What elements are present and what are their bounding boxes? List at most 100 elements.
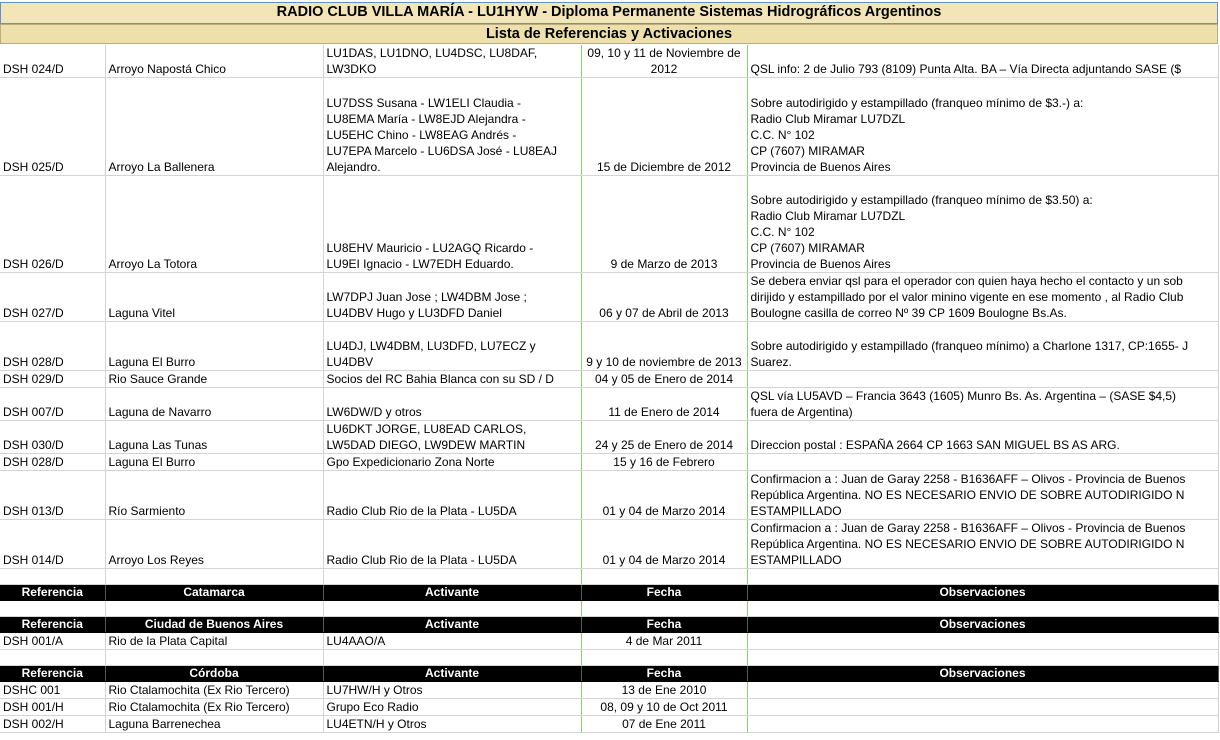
- activante-cell: Radio Club Rio de la Plata - LU5DA: [323, 470, 582, 520]
- empty-cell: [323, 568, 582, 585]
- observaciones-cell: [747, 698, 1219, 716]
- cell-line: Sobre autodirigido y estampillado (franq…: [750, 339, 1189, 353]
- activante-cell: LU8EHV Mauricio - LU2AGQ Ricardo - LU9EI …: [323, 175, 582, 273]
- column-header: Córdoba: [105, 665, 324, 682]
- ref-cell: DSH 030/D: [0, 420, 106, 454]
- cell-line: LU4DBV: [326, 355, 374, 369]
- nombre-cell: Laguna Vitel: [105, 272, 324, 322]
- observaciones-cell: QSL vía LU5AVD – Francia 3643 (1605) Mun…: [747, 387, 1219, 421]
- activante-cell: LU1DAS, LU1DNO, LU4DSC, LU8DAF, LW3DKO: [323, 45, 582, 78]
- nombre-cell: Laguna de Navarro: [105, 387, 324, 421]
- column-header: Activante: [323, 616, 582, 633]
- cell-line: LU7EPA Marcelo - LU6DSA José - LU8EAJ: [326, 144, 558, 158]
- observaciones-cell: [747, 632, 1219, 650]
- nombre-cell: Laguna Barrenechea: [105, 715, 324, 733]
- observaciones-cell: Direccion postal : ESPAÑA 2664 CP 1663 S…: [747, 420, 1219, 454]
- section-header-row: Referencia Córdoba Activante Fecha Observaci…: [0, 665, 1219, 682]
- cell-line: C.C. N° 102: [750, 128, 815, 142]
- fecha-cell: 11 de Enero de 2014: [581, 387, 748, 421]
- empty-cell: [747, 568, 1219, 585]
- observaciones-cell: [747, 715, 1219, 733]
- cell-line: Alejandro.: [326, 160, 381, 174]
- observaciones-cell: QSL info: 2 de Julio 793 (8109) Punta Al…: [747, 45, 1219, 78]
- ref-cell: DSH 001/A: [0, 632, 106, 650]
- cell-line: Provincia de Buenos Aires: [750, 257, 891, 271]
- nombre-cell: Arroyo La Totora: [105, 175, 324, 273]
- fecha-cell: 09, 10 y 11 de Noviembre de 2012: [581, 45, 748, 78]
- blank-row: [0, 600, 1219, 617]
- column-header: Fecha: [581, 665, 748, 682]
- cell-line: Se debera enviar qsl para el operador co…: [750, 274, 1183, 288]
- cell-line: LU8EMA María - LW8EJD Alejandra -: [326, 112, 526, 126]
- nombre-cell: Laguna El Burro: [105, 321, 324, 371]
- ref-cell: DSH 013/D: [0, 470, 106, 520]
- empty-cell: [0, 600, 106, 617]
- empty-cell: [0, 568, 106, 585]
- cell-line: LU9EI Ignacio - LW7EDH Eduardo.: [326, 257, 514, 271]
- empty-cell: [747, 649, 1219, 666]
- fecha-cell: 01 y 04 de Marzo 2014: [581, 470, 748, 520]
- table-row: DSH 001/A Rio de la Plata Capital LU4AAO/A…: [0, 632, 1219, 650]
- cell-line: LU8EHV Mauricio - LU2AGQ Ricardo -: [326, 241, 534, 255]
- ref-cell: DSH 014/D: [0, 519, 106, 569]
- column-header: Ciudad de Buenos Aires: [105, 616, 324, 633]
- column-header: Observaciones: [747, 616, 1219, 633]
- activante-cell: Socios del RC Bahia Blanca con su SD / D: [323, 370, 582, 388]
- blank-row: [0, 649, 1219, 666]
- empty-cell: [105, 649, 324, 666]
- activante-cell: LW7DPJ Juan Jose ; LW4DBM Jose ; LU4DBV H…: [323, 272, 582, 322]
- cell-line: Confirmacion a : Juan de Garay 2258 - B1…: [750, 472, 1186, 486]
- column-header: Referencia: [0, 616, 106, 633]
- observaciones-cell: Sobre autodirigido y estampillado (franq…: [747, 321, 1219, 371]
- empty-cell: [581, 600, 748, 617]
- fecha-cell: 4 de Mar 2011: [581, 632, 748, 650]
- activante-cell: LU4ETN/H y Otros: [323, 715, 582, 733]
- cell-line: LW7DPJ Juan Jose ; LW4DBM Jose ;: [326, 290, 527, 304]
- cell-line: CP (7607) MIRAMAR: [750, 241, 865, 255]
- nombre-cell: Arroyo Napostá Chico: [105, 45, 324, 78]
- table-row: DSH 014/D Arroyo Los Reyes Radio Club Rio …: [0, 519, 1219, 569]
- cell-line: Boulogne casilla de correo Nº 39 CP 1609…: [750, 306, 1067, 320]
- ref-cell: DSH 028/D: [0, 321, 106, 371]
- ref-cell: DSH 001/H: [0, 698, 106, 716]
- column-header: Referencia: [0, 584, 106, 601]
- activante-cell: LW6DW/D y otros: [323, 387, 582, 421]
- cell-line: Direccion postal : ESPAÑA 2664 CP 1663 S…: [750, 438, 1120, 452]
- fecha-cell: 24 y 25 de Enero de 2014: [581, 420, 748, 454]
- column-header: Activante: [323, 584, 582, 601]
- ref-cell: DSH 029/D: [0, 370, 106, 388]
- fecha-cell: 9 y 10 de noviembre de 2013: [581, 321, 748, 371]
- empty-cell: [581, 568, 748, 585]
- observaciones-cell: Se debera enviar qsl para el operador co…: [747, 272, 1219, 322]
- table-row: DSH 028/D Laguna El Burro LU4DJ, LW4DBM, L…: [0, 321, 1219, 371]
- nombre-cell: Laguna El Burro: [105, 453, 324, 471]
- observaciones-cell: Confirmacion a : Juan de Garay 2258 - B1…: [747, 470, 1219, 520]
- column-header: Catamarca: [105, 584, 324, 601]
- nombre-cell: Rio Sauce Grande: [105, 370, 324, 388]
- cell-line: Gpo Expedicionario Zona Norte: [326, 455, 495, 469]
- activante-cell: LU7DSS Susana - LW1ELI Claudia - LU8EMA M…: [323, 77, 582, 176]
- observaciones-cell: Confirmacion a : Juan de Garay 2258 - B1…: [747, 519, 1219, 569]
- cell-line: LU1DAS, LU1DNO, LU4DSC, LU8DAF,: [326, 46, 538, 60]
- column-header: Fecha: [581, 616, 748, 633]
- table-row: DSHC 001 Rio Ctalamochita (Ex Rio Tercero…: [0, 681, 1219, 699]
- empty-cell: [105, 568, 324, 585]
- table-row: DSH 013/D Río Sarmiento Radio Club Rio de …: [0, 470, 1219, 520]
- cell-line: República Argentina. NO ES NECESARIO ENV…: [750, 537, 1185, 551]
- activante-cell: Grupo Eco Radio: [323, 698, 582, 716]
- cell-line: LW3DKO: [326, 62, 377, 76]
- cell-line: CP (7607) MIRAMAR: [750, 144, 865, 158]
- nombre-cell: Rio de la Plata Capital: [105, 632, 324, 650]
- ref-cell: DSH 002/H: [0, 715, 106, 733]
- activante-cell: Radio Club Rio de la Plata - LU5DA: [323, 519, 582, 569]
- cell-line: QSL vía LU5AVD – Francia 3643 (1605) Mun…: [750, 389, 1177, 403]
- ref-cell: DSH 026/D: [0, 175, 106, 273]
- nombre-cell: Rio Ctalamochita (Ex Rio Tercero): [105, 698, 324, 716]
- fecha-cell: 04 y 05 de Enero de 2014: [581, 370, 748, 388]
- column-header: Referencia: [0, 665, 106, 682]
- ref-cell: DSH 025/D: [0, 77, 106, 176]
- cell-line: LU5EHC Chino - LW8EAG Andrés -: [326, 128, 517, 142]
- activante-cell: LU4AAO/A: [323, 632, 582, 650]
- column-header: Observaciones: [747, 584, 1219, 601]
- cell-line: LU4DJ, LW4DBM, LU3DFD, LU7ECZ y: [326, 339, 536, 353]
